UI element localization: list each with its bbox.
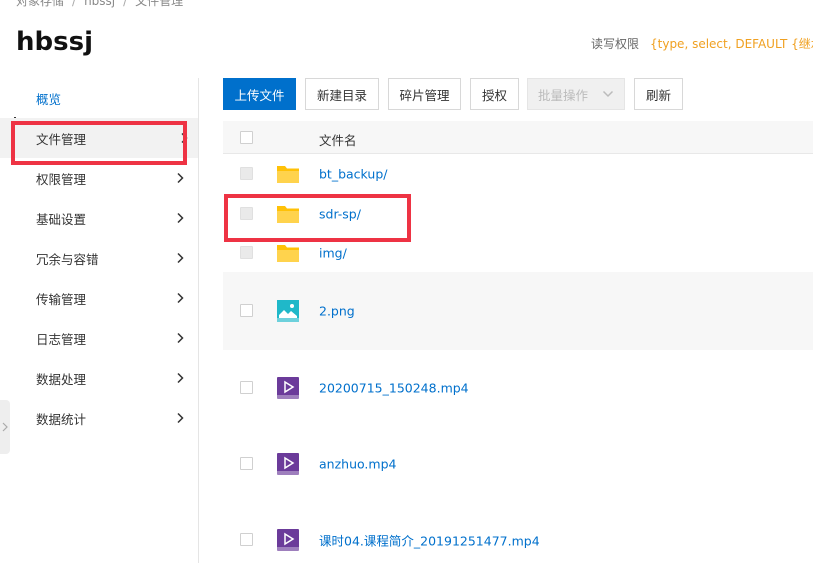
sidebar-item-label: 权限管理: [36, 171, 87, 187]
sidebar-item-label: 日志管理: [36, 331, 87, 347]
breadcrumb-item-storage[interactable]: 对象存储: [16, 0, 64, 8]
row-checkbox[interactable]: [240, 533, 253, 546]
authorize-button[interactable]: 授权: [470, 78, 519, 110]
chevron-right-icon: [177, 252, 184, 264]
batch-operation-label: 批量操作: [537, 87, 588, 103]
file-name-link[interactable]: 课时04.课程简介_20191251477.mp4: [319, 531, 540, 550]
chevron-down-icon: [602, 90, 614, 98]
row-checkbox[interactable]: [240, 457, 253, 470]
table-row[interactable]: 课时04.课程简介_20191251477.mp4: [223, 502, 813, 563]
table-row[interactable]: 20200715_150248.mp4: [223, 350, 813, 426]
sidebar-item-logs[interactable]: 日志管理: [0, 318, 198, 358]
file-name-link[interactable]: 2.png: [319, 304, 355, 319]
sidebar-item-label: 文件管理: [36, 131, 87, 147]
column-header-filename: 文件名: [319, 133, 357, 148]
breadcrumb-item-current: 文件管理: [135, 0, 184, 8]
chevron-right-icon: [177, 332, 184, 344]
new-directory-button[interactable]: 新建目录: [305, 78, 379, 110]
video-file-icon: [277, 453, 299, 475]
permission-label: 读写权限: [591, 37, 640, 51]
file-name-link[interactable]: 20200715_150248.mp4: [319, 381, 469, 396]
image-file-icon: [277, 300, 299, 322]
table-header: 文件名: [223, 121, 813, 154]
permission-value: {type, select, DEFAULT {继承: [650, 37, 813, 51]
file-name-link[interactable]: sdr-sp/: [319, 207, 361, 222]
sidebar-collapse-handle[interactable]: [0, 400, 10, 454]
breadcrumb: 对象存储 / hbssj / 文件管理: [16, 0, 183, 9]
chevron-right-icon: [181, 132, 188, 144]
sidebar-item-label: 数据统计: [36, 411, 87, 427]
sidebar-item-redundancy[interactable]: 冗余与容错: [0, 238, 198, 278]
row-checkbox[interactable]: [240, 207, 253, 220]
sidebar-item-overview[interactable]: 概览: [0, 78, 198, 118]
fragment-management-button[interactable]: 碎片管理: [388, 78, 461, 110]
breadcrumb-item-bucket[interactable]: hbssj: [84, 0, 115, 8]
sidebar-item-permissions[interactable]: 权限管理: [0, 158, 198, 198]
row-checkbox[interactable]: [240, 381, 253, 394]
chevron-right-icon: [177, 172, 184, 184]
file-name-link[interactable]: anzhuo.mp4: [319, 457, 396, 472]
collapse-handle-icon: [2, 422, 8, 432]
sidebar-item-label: 冗余与容错: [36, 251, 99, 267]
chevron-right-icon: [177, 412, 184, 424]
table-row[interactable]: 2.png: [223, 272, 813, 350]
chevron-right-icon: [177, 372, 184, 384]
file-manager-page: 对象存储 / hbssj / 文件管理 hbssj 读写权限 {type, select…: [0, 0, 813, 563]
chevron-right-icon: [177, 292, 184, 304]
table-row[interactable]: bt_backup/: [223, 154, 813, 194]
upload-file-button[interactable]: 上传文件: [223, 78, 296, 110]
video-file-icon: [277, 377, 299, 399]
sidebar-item-label: 传输管理: [36, 291, 87, 307]
sidebar-item-transfer[interactable]: 传输管理: [0, 278, 198, 318]
row-checkbox[interactable]: [240, 246, 253, 259]
sidebar-item-label: 概览: [36, 91, 62, 107]
row-checkbox[interactable]: [240, 304, 253, 317]
file-name-link[interactable]: img/: [319, 246, 347, 261]
sidebar-item-statistics[interactable]: 数据统计: [0, 398, 198, 438]
sidebar-item-file-management[interactable]: 文件管理: [0, 118, 198, 158]
row-checkbox[interactable]: [240, 167, 253, 180]
batch-operation-button[interactable]: 批量操作: [527, 78, 625, 110]
sidebar-item-label: 基础设置: [36, 211, 87, 227]
table-row[interactable]: anzhuo.mp4: [223, 426, 813, 502]
breadcrumb-separator: /: [123, 0, 128, 8]
folder-icon: [277, 206, 299, 223]
folder-icon: [277, 245, 299, 262]
table-row[interactable]: sdr-sp/: [223, 194, 813, 234]
sidebar-item-data-processing[interactable]: 数据处理: [0, 358, 198, 398]
refresh-button[interactable]: 刷新: [634, 78, 683, 110]
table-row[interactable]: img/: [223, 234, 813, 272]
file-name-link[interactable]: bt_backup/: [319, 167, 387, 182]
folder-icon: [277, 166, 299, 183]
breadcrumb-separator: /: [72, 0, 77, 8]
sidebar: 概览 文件管理 权限管理 基础设置 冗余与容错 传输管理 日志管理 数据处理 数…: [0, 78, 199, 563]
sidebar-item-basic-settings[interactable]: 基础设置: [0, 198, 198, 238]
chevron-right-icon: [177, 212, 184, 224]
page-title: hbssj: [16, 27, 93, 57]
sidebar-item-label: 数据处理: [36, 371, 87, 387]
select-all-checkbox[interactable]: [240, 131, 253, 144]
video-file-icon: [277, 529, 299, 551]
